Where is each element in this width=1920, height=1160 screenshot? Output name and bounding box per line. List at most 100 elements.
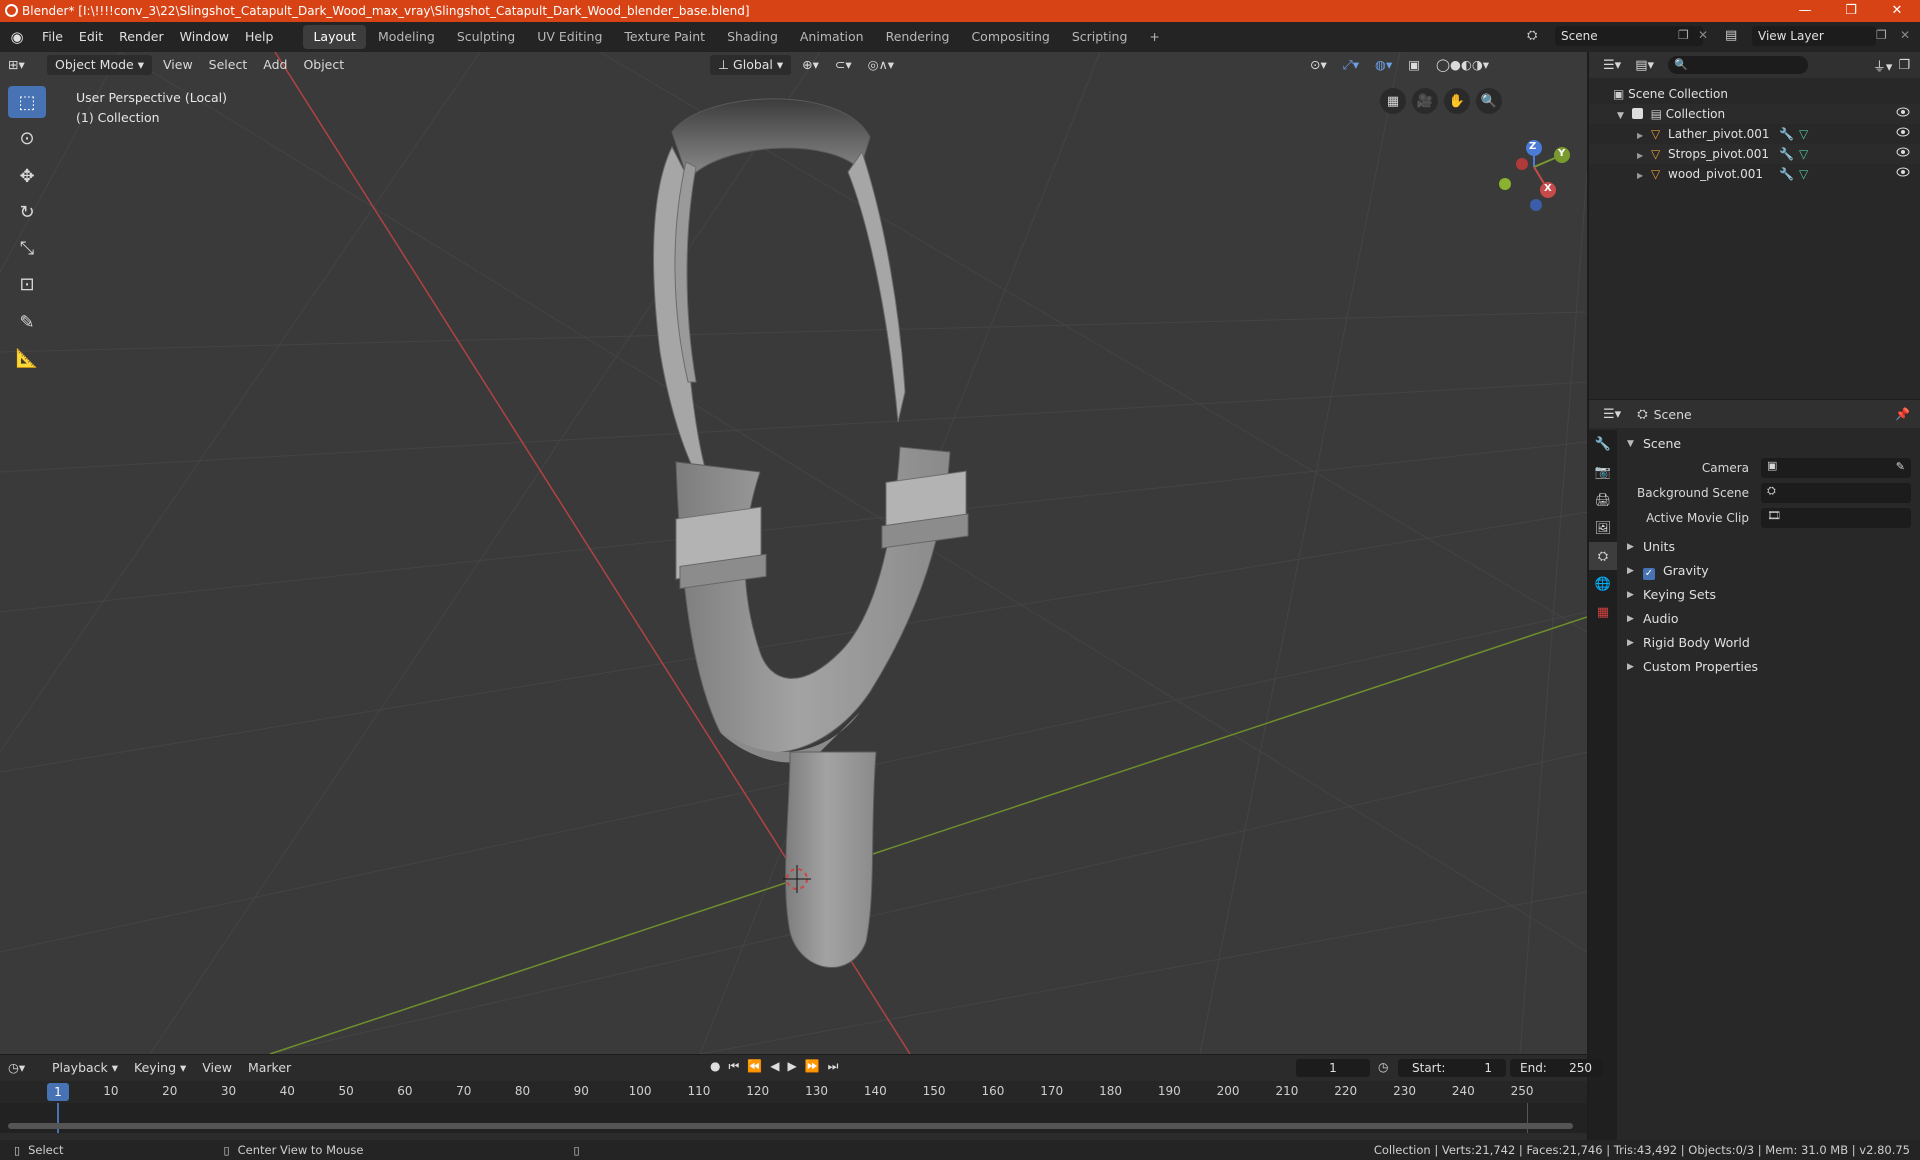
menu-window[interactable]: Window — [172, 22, 237, 52]
menu-help[interactable]: Help — [237, 22, 282, 52]
jump-start-icon[interactable]: ⏮ — [728, 1059, 739, 1074]
gizmo-toggle-icon[interactable]: ⤢▾ — [1335, 54, 1367, 76]
rotate-tool-icon[interactable]: ↻ — [8, 196, 46, 228]
eye-icon[interactable] — [1896, 107, 1910, 117]
record-icon[interactable]: ● — [710, 1059, 720, 1074]
timeline-menu-playback[interactable]: Playback ▾ — [44, 1057, 126, 1079]
start-frame-field[interactable]: Start: 1 — [1398, 1059, 1506, 1077]
camera-field[interactable]: ▣ ✎ — [1761, 458, 1911, 478]
expand-arrow-icon[interactable]: ▶ — [1637, 171, 1643, 180]
current-frame-marker[interactable]: 1 — [47, 1083, 69, 1101]
units-panel-header[interactable]: ▶ Units — [1621, 535, 1916, 559]
eye-icon[interactable] — [1896, 127, 1910, 137]
texture-tab-icon[interactable]: ▦ — [1589, 598, 1617, 626]
tool-tab-icon[interactable]: 🔧 — [1589, 430, 1617, 458]
close-button[interactable]: ✕ — [1874, 0, 1920, 22]
proportional-edit-icon[interactable]: ◎∧▾ — [860, 54, 902, 76]
tab-compositing[interactable]: Compositing — [961, 25, 1059, 49]
outliner-search-input[interactable]: 🔍 — [1668, 56, 1808, 74]
next-keyframe-icon[interactable]: ⏩ — [805, 1059, 820, 1074]
tab-uv-editing[interactable]: UV Editing — [527, 25, 612, 49]
mode-dropdown[interactable]: Object Mode ▾ — [47, 55, 152, 75]
add-workspace-icon[interactable]: + — [1139, 25, 1169, 49]
modifier-wrench-icon[interactable]: 🔧 — [1779, 144, 1794, 164]
timeline-ruler[interactable]: 1 10 20 30 40 50 60 70 80 90 100 110 120 130 140 150 16… — [0, 1081, 1587, 1103]
maximize-button[interactable]: ❐ — [1828, 0, 1874, 22]
preview-range-icon[interactable]: ◷ — [1378, 1060, 1388, 1074]
display-mode-icon[interactable]: ▤▾ — [1635, 58, 1654, 73]
tab-shading[interactable]: Shading — [717, 25, 788, 49]
measure-tool-icon[interactable]: 📐 — [8, 342, 46, 374]
overlay-toggle-icon[interactable]: ◍▾ — [1367, 54, 1400, 76]
collection-row[interactable]: ▼ ▤ Collection — [1589, 104, 1920, 124]
view-layer-tab-icon[interactable]: 🖼 — [1589, 514, 1617, 542]
play-icon[interactable]: ▶ — [787, 1059, 796, 1074]
active-movie-clip-field[interactable]: 🎞 — [1761, 508, 1911, 528]
audio-panel-header[interactable]: ▶ Audio — [1621, 607, 1916, 631]
tab-scripting[interactable]: Scripting — [1062, 25, 1138, 49]
prev-keyframe-icon[interactable]: ⏪ — [747, 1059, 762, 1074]
mesh-data-icon[interactable]: ▽ — [1799, 124, 1808, 144]
move-tool-icon[interactable]: ✥ — [8, 160, 46, 192]
camera-view-icon[interactable]: 🎥 — [1412, 88, 1438, 114]
eye-icon[interactable] — [1896, 147, 1910, 157]
scene-tab-icon[interactable]: ⛭ — [1589, 542, 1617, 570]
mesh-data-icon[interactable]: ▽ — [1799, 164, 1808, 184]
tab-layout[interactable]: Layout — [303, 25, 366, 49]
annotate-tool-icon[interactable]: ✎ — [8, 306, 46, 338]
menu-edit[interactable]: Edit — [71, 22, 111, 52]
mesh-data-icon[interactable]: ▽ — [1799, 144, 1808, 164]
jump-end-icon[interactable]: ⏭ — [828, 1059, 839, 1074]
cursor-tool-icon[interactable]: ⊙ — [8, 122, 46, 154]
pivot-icon[interactable]: ⊕▾ — [794, 54, 827, 76]
view-layer-remove-icon[interactable]: ✕ — [1900, 28, 1910, 42]
end-frame-field[interactable]: End: 250 — [1510, 1059, 1602, 1077]
outliner-object-row[interactable]: ▶ ▽ Strops_pivot.001 🔧 ▽ — [1589, 144, 1920, 164]
zoom-icon[interactable]: 🔍 — [1476, 88, 1502, 114]
pan-hand-icon[interactable]: ✋ — [1444, 88, 1470, 114]
timeline-scrollbar[interactable] — [8, 1123, 1573, 1129]
blender-menu-icon[interactable]: ◉ — [0, 28, 34, 46]
viewport-menu-add[interactable]: Add — [255, 54, 295, 76]
view-layer-icon[interactable]: ▤ — [1725, 28, 1737, 43]
scene-new-icon[interactable]: ❐ — [1678, 28, 1689, 42]
visibility-icon[interactable]: ⊙▾ — [1302, 54, 1335, 76]
output-tab-icon[interactable]: 🖨 — [1589, 486, 1617, 514]
timeline-menu-view[interactable]: View — [194, 1057, 240, 1079]
outliner-editor-icon[interactable]: ☰▾ — [1603, 58, 1621, 73]
xray-icon[interactable]: ▣ — [1400, 54, 1428, 76]
outliner-object-row[interactable]: ▶ ▽ wood_pivot.001 🔧 ▽ — [1589, 164, 1920, 184]
current-frame-field[interactable]: 1 — [1296, 1059, 1370, 1077]
view-layer-selector[interactable]: View Layer — [1752, 26, 1876, 46]
timeline-menu-marker[interactable]: Marker — [240, 1057, 299, 1079]
scene-browse-icon[interactable]: ⛭ — [1527, 28, 1537, 43]
viewport-menu-view[interactable]: View — [155, 54, 201, 76]
scale-tool-icon[interactable]: ⤡ — [8, 232, 46, 264]
menu-file[interactable]: File — [34, 22, 71, 52]
tab-rendering[interactable]: Rendering — [876, 25, 960, 49]
tab-animation[interactable]: Animation — [790, 25, 874, 49]
background-scene-field[interactable]: ⛭ — [1761, 483, 1911, 503]
scene-panel-header[interactable]: ▼ Scene — [1621, 432, 1916, 456]
snap-icon[interactable]: ⊂▾ — [827, 54, 860, 76]
keying-sets-panel-header[interactable]: ▶ Keying Sets — [1621, 583, 1916, 607]
scene-collection-row[interactable]: ▣ Scene Collection — [1589, 84, 1920, 104]
viewport-menu-object[interactable]: Object — [295, 54, 352, 76]
collection-checkbox[interactable] — [1631, 108, 1643, 119]
3d-viewport[interactable]: Z Y X ⊞▾ Object Mode ▾ View Select Add O… — [0, 52, 1587, 1054]
eyedropper-icon[interactable]: ✎ — [1896, 460, 1905, 473]
timeline-editor-icon[interactable]: ◷▾ — [0, 1057, 44, 1079]
scene-remove-icon[interactable]: ✕ — [1698, 28, 1708, 42]
render-tab-icon[interactable]: 📷 — [1589, 458, 1617, 486]
view-layer-new-icon[interactable]: ❐ — [1876, 28, 1887, 42]
editor-type-icon[interactable]: ⊞▾ — [0, 54, 44, 76]
new-collection-icon[interactable]: ❐ — [1898, 58, 1910, 73]
outliner-object-row[interactable]: ▶ ▽ Lather_pivot.001 🔧 ▽ — [1589, 124, 1920, 144]
rigid-body-world-panel-header[interactable]: ▶ Rigid Body World — [1621, 631, 1916, 655]
shading-modes-icon[interactable]: ◯●◐◑▾ — [1428, 54, 1497, 76]
timeline-track[interactable] — [0, 1103, 1587, 1133]
gravity-panel-header[interactable]: ▶ ✓ Gravity — [1621, 559, 1916, 583]
play-reverse-icon[interactable]: ◀ — [770, 1059, 779, 1074]
expand-arrow-icon[interactable]: ▶ — [1637, 131, 1643, 140]
modifier-wrench-icon[interactable]: 🔧 — [1779, 164, 1794, 184]
